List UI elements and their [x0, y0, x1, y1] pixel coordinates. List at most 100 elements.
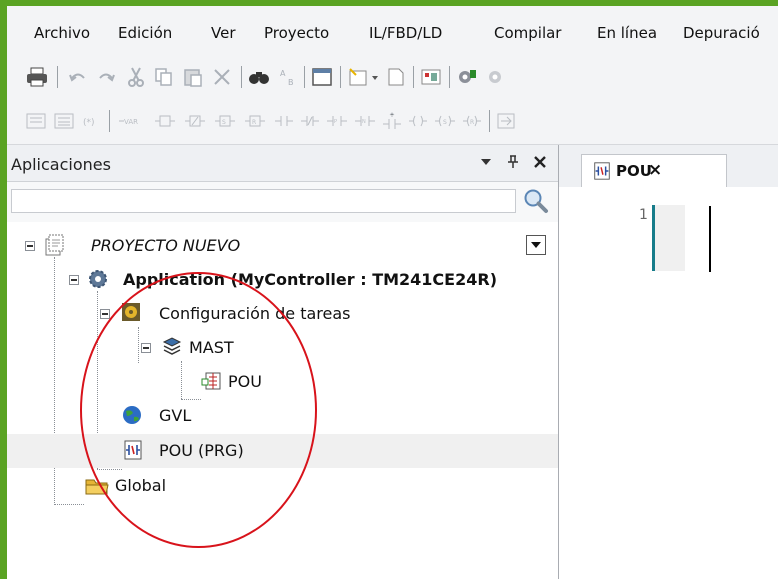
- collapse-toggle[interactable]: [25, 241, 35, 251]
- new-file-icon[interactable]: [385, 64, 407, 90]
- menu-proyecto[interactable]: Proyecto: [264, 24, 329, 42]
- tab-close-icon[interactable]: ×: [648, 160, 662, 180]
- ladder-toolbar: (*) VAR S R P N S R: [7, 94, 778, 145]
- project-dropdown-button[interactable]: [526, 235, 546, 255]
- toolbar-separator: [109, 110, 110, 132]
- negated-box-icon[interactable]: [183, 108, 207, 134]
- collapse-toggle[interactable]: [69, 275, 79, 285]
- tree-item-task-config[interactable]: Configuración de tareas: [7, 297, 558, 331]
- svg-text:R: R: [470, 119, 474, 126]
- editor-gutter: [655, 205, 685, 271]
- window-icon[interactable]: [310, 64, 334, 90]
- cut-icon[interactable]: [125, 64, 147, 90]
- menu-ver[interactable]: Ver: [211, 24, 236, 42]
- menu-edicion[interactable]: Edición: [118, 24, 172, 42]
- build-icon[interactable]: [419, 64, 443, 90]
- line-number: 1: [639, 207, 648, 223]
- change-marker: [652, 205, 655, 271]
- editor-tab-bar: POU ×: [559, 145, 778, 188]
- tab-pou[interactable]: POU ×: [581, 154, 727, 187]
- search-input[interactable]: [11, 189, 516, 213]
- reset-coil-icon[interactable]: R: [461, 108, 483, 134]
- gvl-label: GVL: [159, 406, 192, 425]
- redo-icon[interactable]: [95, 64, 117, 90]
- tree-item-mast-pou[interactable]: POU: [7, 365, 558, 399]
- pin-icon[interactable]: [502, 151, 524, 173]
- toolbar-separator: [340, 66, 341, 88]
- svg-text:P: P: [334, 119, 337, 125]
- svg-text:A: A: [280, 69, 286, 78]
- menu-depuracion[interactable]: Depuració: [683, 24, 760, 42]
- tree-connector: [54, 504, 84, 505]
- insert-contact-right-icon[interactable]: [381, 108, 403, 134]
- network-insert-below-icon[interactable]: [53, 108, 75, 134]
- box-icon[interactable]: [153, 108, 177, 134]
- tree-item-global[interactable]: Global: [7, 469, 558, 503]
- print-icon[interactable]: [25, 64, 49, 90]
- tree-item-pou-prg[interactable]: POU (PRG): [7, 434, 558, 468]
- set-coil-icon[interactable]: S: [433, 108, 457, 134]
- tree-item-application[interactable]: Application (MyController : TM241CE24R): [7, 263, 558, 297]
- menu-archivo[interactable]: Archivo: [34, 24, 90, 42]
- svg-text:R: R: [252, 119, 256, 126]
- gvl-globe-icon: [121, 404, 143, 426]
- project-file-icon: [43, 234, 65, 256]
- svg-text:S: S: [222, 119, 226, 126]
- var-icon[interactable]: VAR: [117, 108, 147, 134]
- copy-icon[interactable]: [153, 64, 175, 90]
- negated-contact-icon[interactable]: [299, 108, 321, 134]
- pou-prg-label: POU (PRG): [159, 441, 244, 460]
- close-panel-icon[interactable]: [529, 151, 551, 173]
- coil-icon[interactable]: [407, 108, 429, 134]
- menu-il-fbd-ld[interactable]: IL/FBD/LD: [369, 24, 442, 42]
- collapse-toggle[interactable]: [100, 309, 110, 319]
- menu-bar: Archivo Edición Ver Proyecto IL/FBD/LD C…: [7, 6, 778, 58]
- toolbar-separator: [489, 110, 490, 132]
- find-icon[interactable]: [247, 64, 271, 90]
- text-caret: [709, 206, 711, 272]
- task-config-icon: [120, 301, 142, 323]
- window-border-left: [0, 0, 7, 579]
- tab-pou-label: POU: [616, 162, 652, 180]
- add-object-icon[interactable]: [347, 64, 381, 90]
- replace-icon[interactable]: AB: [277, 64, 299, 90]
- task-stack-icon: [161, 335, 183, 357]
- dropdown-arrow-icon[interactable]: [475, 151, 497, 173]
- jump-icon[interactable]: [495, 108, 517, 134]
- pou-tab-icon: [592, 161, 612, 181]
- parallel-contact-icon[interactable]: P: [325, 108, 349, 134]
- window: Archivo Edición Ver Proyecto IL/FBD/LD C…: [0, 0, 778, 579]
- search-row: [7, 182, 558, 222]
- project-tree: PROYECTO NUEVO Application (MyController…: [7, 229, 558, 579]
- undo-icon[interactable]: [67, 64, 89, 90]
- panel-header: Aplicaciones: [7, 145, 558, 182]
- network-insert-icon[interactable]: [25, 108, 47, 134]
- set-box-icon[interactable]: S: [213, 108, 237, 134]
- tree-item-project[interactable]: PROYECTO NUEVO: [7, 229, 558, 263]
- search-icon[interactable]: [523, 188, 549, 214]
- panel-title: Aplicaciones: [11, 155, 111, 174]
- task-config-label: Configuración de tareas: [159, 304, 351, 323]
- menu-en-linea[interactable]: En línea: [597, 24, 657, 42]
- svg-text:B: B: [288, 78, 294, 87]
- applications-panel: Aplicaciones PROYECTO NUEVO Application …: [7, 145, 559, 579]
- folder-icon: [85, 475, 109, 497]
- login-icon[interactable]: [455, 64, 479, 90]
- tree-item-mast[interactable]: MAST: [7, 331, 558, 365]
- reset-box-icon[interactable]: R: [243, 108, 267, 134]
- code-editor[interactable]: 1: [559, 187, 778, 579]
- delete-icon[interactable]: [211, 64, 233, 90]
- toolbar-separator: [413, 66, 414, 88]
- svg-text:N: N: [362, 119, 366, 125]
- collapse-toggle[interactable]: [141, 343, 151, 353]
- application-label: Application (MyController : TM241CE24R): [123, 270, 497, 289]
- application-gear-icon: [87, 268, 109, 290]
- tree-item-gvl[interactable]: GVL: [7, 399, 558, 433]
- global-label: Global: [115, 476, 167, 495]
- logout-icon[interactable]: [485, 64, 509, 90]
- contact-icon[interactable]: [273, 108, 295, 134]
- menu-compilar[interactable]: Compilar: [494, 24, 561, 42]
- negated-parallel-contact-icon[interactable]: N: [353, 108, 377, 134]
- comment-icon[interactable]: (*): [81, 108, 103, 134]
- paste-icon[interactable]: [182, 64, 204, 90]
